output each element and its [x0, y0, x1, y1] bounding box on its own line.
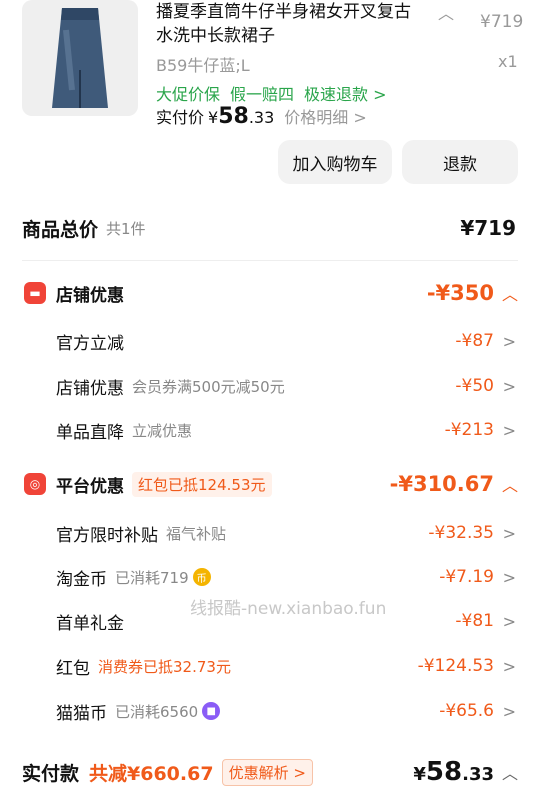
product-qty: x1 — [498, 52, 518, 71]
paid-price-line: 实付价 ¥ 58 .33 价格明细 > — [156, 104, 367, 129]
add-to-cart-button[interactable]: 加入购物车 — [278, 140, 392, 184]
paid-total-decimal: .33 — [462, 764, 494, 785]
paid-currency: ¥ — [208, 108, 219, 127]
chevron-right-icon: > — [502, 701, 516, 721]
discount-label: 官方限时补贴 — [56, 525, 158, 546]
total-row: 商品总价 共1件 ¥719 — [0, 206, 540, 250]
divider — [22, 260, 518, 261]
chevron-up-icon[interactable]: ︿ — [502, 760, 518, 784]
redpacket-chip: 红包已抵124.53元 — [132, 471, 272, 497]
discount-label: 店铺优惠 — [56, 378, 124, 399]
discount-label: 官方立减 — [56, 333, 124, 354]
refund-button[interactable]: 退款 — [402, 140, 518, 184]
chevron-up-icon[interactable]: ︿ — [438, 0, 454, 24]
discount-sub: 消费券已抵32.73元 — [98, 657, 231, 676]
discount-sub: 立减优惠 — [132, 421, 193, 440]
discount-row[interactable]: 猫猫币 已消耗6560 ■ -¥65.6 > — [0, 689, 540, 733]
product-thumbnail[interactable] — [22, 0, 138, 116]
maomaobi-coin-icon: ■ — [202, 702, 221, 720]
product-sku[interactable]: B59牛仔蓝;L — [156, 52, 250, 76]
discount-label: 红包 — [56, 658, 90, 679]
chevron-right-icon: > — [502, 523, 516, 543]
total-label: 商品总价 — [22, 218, 99, 241]
discount-amount: -¥124.53 — [417, 656, 494, 676]
chevron-right-icon: > — [502, 331, 516, 351]
paid-total-currency: ¥ — [413, 764, 426, 785]
skirt-image — [52, 8, 108, 108]
chevron-right-icon: > — [502, 656, 516, 676]
discount-amount: -¥65.6 — [439, 701, 494, 721]
discount-sub: 已消耗6560 — [115, 702, 199, 721]
chevron-up-icon[interactable]: ︿ — [502, 472, 518, 496]
tag-price-protect: 大促价保 — [156, 85, 221, 104]
paid-integer: 58 — [218, 104, 249, 129]
discount-label: 猫猫币 — [56, 703, 107, 724]
total-saved: 共减¥660.67 — [89, 762, 214, 785]
discount-row[interactable]: 红包 消费券已抵32.73元 -¥124.53 > — [0, 644, 540, 688]
paid-total-integer: 58 — [425, 757, 463, 787]
discount-amount: -¥81 — [455, 611, 494, 631]
discount-amount: -¥7.19 — [439, 567, 494, 587]
paid-label: 实付价 — [156, 108, 205, 127]
shop-discount-header[interactable]: ▬ 店铺优惠 -¥350 ︿ — [0, 271, 540, 315]
discount-row[interactable]: 店铺优惠 会员券满500元减50元 -¥50 > — [0, 364, 540, 408]
platform-discount-amount: -¥310.67 — [389, 472, 494, 496]
shop-discount-title: 店铺优惠 — [56, 285, 124, 306]
discount-row[interactable]: 单品直降 立减优惠 -¥213 > — [0, 408, 540, 452]
discount-amount: -¥213 — [444, 420, 494, 440]
chevron-up-icon[interactable]: ︿ — [502, 281, 518, 305]
product-price: ¥719 — [480, 12, 524, 32]
discount-label: 淘金币 — [56, 569, 107, 590]
chevron-right-icon: > — [502, 567, 516, 587]
paid-decimal: .33 — [248, 108, 275, 127]
platform-discount-header[interactable]: ◎ 平台优惠 红包已抵124.53元 -¥310.67 ︿ — [0, 462, 540, 506]
paid-total-label: 实付款 — [22, 762, 80, 785]
tag-fast-refund[interactable]: 极速退款 > — [304, 81, 387, 105]
discount-sub: 会员券满500元减50元 — [132, 377, 285, 396]
chevron-right-icon: > — [502, 420, 516, 440]
platform-discount-title: 平台优惠 — [56, 476, 124, 497]
shop-icon: ▬ — [24, 282, 46, 304]
footer-paid: 实付款 共减¥660.67 优惠解析 > ¥ 58 .33 ︿ — [0, 748, 540, 796]
discount-row[interactable]: 淘金币 已消耗719 币 -¥7.19 > — [0, 555, 540, 599]
discount-amount: -¥32.35 — [428, 523, 494, 543]
paid-total-amount: ¥ 58 .33 — [413, 757, 494, 787]
discount-row[interactable]: 首单礼金 -¥81 > — [0, 599, 540, 643]
discount-label: 单品直降 — [56, 422, 124, 443]
total-count: 共1件 — [106, 219, 146, 238]
product-title[interactable]: 播夏季直筒牛仔半身裙女开叉复古水洗中长款裙子 — [156, 0, 426, 48]
chevron-right-icon: > — [502, 611, 516, 631]
discount-analysis-button[interactable]: 优惠解析 > — [221, 758, 313, 786]
platform-icon: ◎ — [24, 473, 46, 495]
chevron-right-icon: > — [502, 376, 516, 396]
discount-label: 首单礼金 — [56, 613, 124, 634]
discount-sub: 已消耗719 — [115, 568, 189, 587]
discount-amount: -¥50 — [455, 376, 494, 396]
discount-amount: -¥87 — [455, 331, 494, 351]
service-tags: 大促价保 假一赔四 极速退款 > — [156, 81, 387, 105]
taojinbi-coin-icon: 币 — [192, 568, 211, 586]
price-detail-link[interactable]: 价格明细 > — [284, 104, 367, 128]
total-amount: ¥719 — [460, 216, 516, 240]
discount-row[interactable]: 官方限时补贴 福气补贴 -¥32.35 > — [0, 511, 540, 555]
shop-discount-amount: -¥350 — [426, 281, 494, 305]
discount-row[interactable]: 官方立减 -¥87 > — [0, 319, 540, 363]
tag-fake-compensate: 假一赔四 — [230, 85, 295, 104]
discount-sub: 福气补贴 — [166, 524, 227, 543]
